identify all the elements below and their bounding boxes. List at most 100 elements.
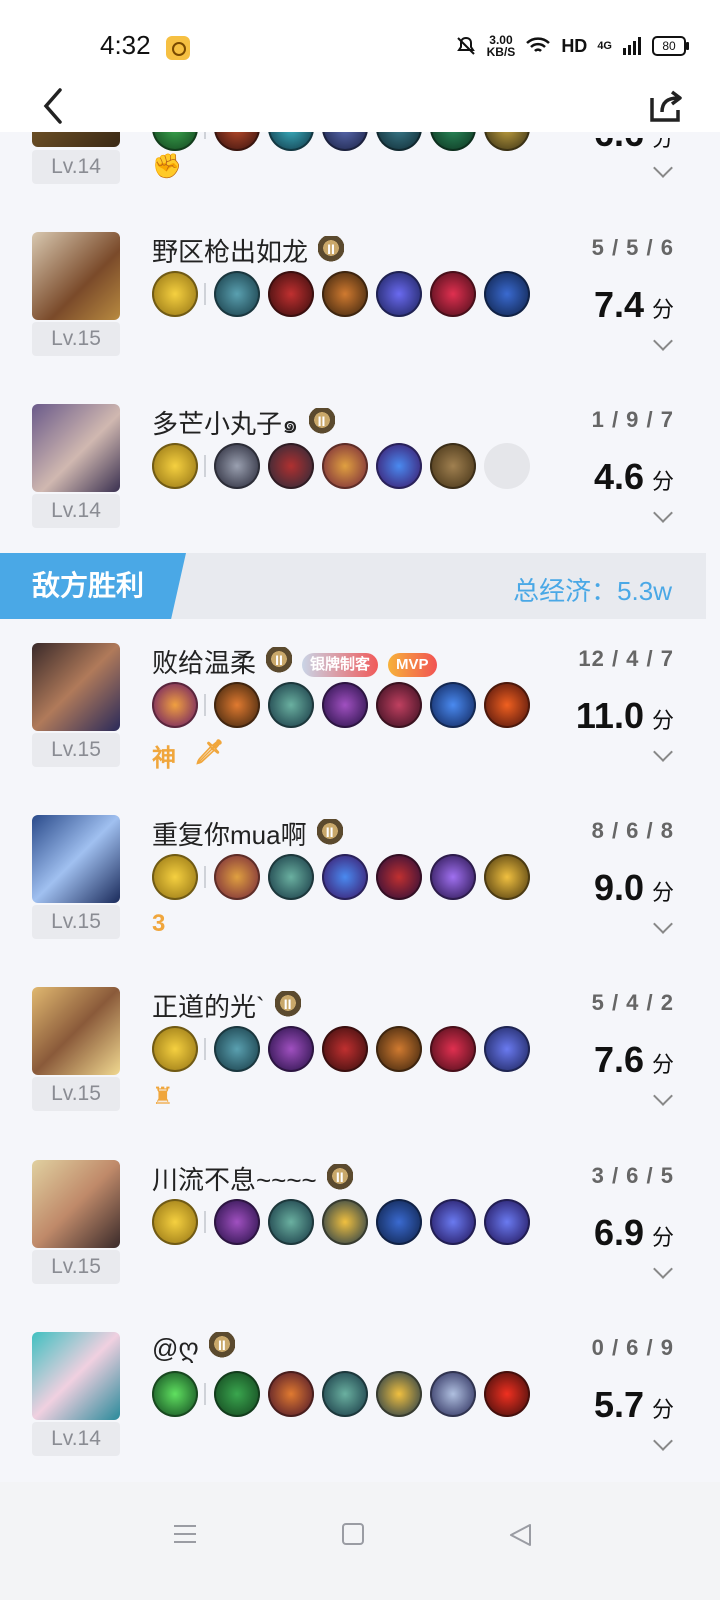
hero-avatar bbox=[32, 643, 120, 731]
summoner-skill-icon bbox=[152, 682, 198, 728]
level-label: Lv.14 bbox=[32, 150, 120, 184]
equipment-list bbox=[152, 1025, 538, 1073]
level-label: Lv.14 bbox=[32, 1422, 120, 1456]
level-label: Lv.15 bbox=[32, 905, 120, 939]
expand-chevron-icon[interactable] bbox=[653, 503, 673, 523]
item-icon bbox=[214, 1371, 260, 1417]
player-name: 正道的光` bbox=[152, 987, 301, 1024]
item-icon bbox=[322, 1026, 368, 1072]
player-row[interactable]: Lv.15 败给温柔银牌制客MVP 12 / 4 / 7 11.0分 神 🗡 bbox=[0, 643, 720, 818]
player-name: 川流不息~~~~ bbox=[152, 1160, 353, 1197]
divider bbox=[204, 1211, 206, 1233]
back-nav-icon[interactable] bbox=[508, 1522, 534, 1548]
mvp-badge: MVP bbox=[388, 653, 437, 677]
team-result-label: 敌方胜利 bbox=[0, 553, 186, 619]
god-badge: 神 bbox=[152, 745, 176, 772]
fist-icon: ✊ bbox=[152, 153, 182, 180]
expand-chevron-icon[interactable] bbox=[653, 914, 673, 934]
item-icon bbox=[484, 1371, 530, 1417]
expand-chevron-icon[interactable] bbox=[653, 158, 673, 178]
hero-avatar bbox=[32, 1160, 120, 1248]
item-icon bbox=[268, 1026, 314, 1072]
rank-badge-icon bbox=[318, 236, 345, 266]
divider bbox=[204, 694, 206, 716]
wifi-icon bbox=[526, 37, 551, 52]
share-icon[interactable] bbox=[646, 86, 686, 126]
item-icon bbox=[430, 1026, 476, 1072]
score: 5.7 分 bbox=[593, 1384, 674, 1425]
item-icon bbox=[268, 854, 314, 900]
player-row[interactable]: Lv.15 川流不息~~~~ 3 / 6 / 5 6.9分 bbox=[0, 1160, 720, 1335]
kda: 1 / 9 / 7 bbox=[591, 407, 674, 432]
expand-chevron-icon[interactable] bbox=[653, 331, 673, 351]
home-icon[interactable] bbox=[341, 1522, 365, 1546]
equipment-list bbox=[152, 1370, 538, 1418]
team-economy: 总经济：5.3w bbox=[513, 576, 672, 606]
sword-icon: 🗡 bbox=[194, 739, 225, 766]
item-icon bbox=[430, 443, 476, 489]
hero-avatar bbox=[32, 1332, 120, 1420]
item-icon bbox=[322, 271, 368, 317]
player-row[interactable]: Lv.14 @ღ 0 / 6 / 9 5.7分 bbox=[0, 1332, 720, 1507]
menu-icon[interactable] bbox=[172, 1522, 198, 1546]
item-icon bbox=[322, 682, 368, 728]
item-icon bbox=[484, 854, 530, 900]
equipment-list bbox=[152, 442, 538, 490]
item-icon bbox=[268, 271, 314, 317]
item-icon bbox=[430, 854, 476, 900]
kda: 8 / 6 / 8 bbox=[591, 818, 674, 843]
divider bbox=[204, 283, 206, 305]
kda: 5 / 5 / 6 bbox=[591, 235, 674, 260]
expand-chevron-icon[interactable] bbox=[653, 1431, 673, 1451]
item-icon bbox=[268, 1199, 314, 1245]
item-icon bbox=[214, 1026, 260, 1072]
item-icon bbox=[484, 271, 530, 317]
expand-chevron-icon[interactable] bbox=[653, 1086, 673, 1106]
rank-badge-icon bbox=[274, 991, 301, 1021]
player-name: 多芒小丸子๑ bbox=[152, 404, 335, 445]
item-icon bbox=[376, 682, 422, 728]
item-icon bbox=[484, 1199, 530, 1245]
kda: 5 / 4 / 2 bbox=[591, 990, 674, 1015]
score: 11.0 分 bbox=[575, 695, 674, 736]
item-icon bbox=[376, 271, 422, 317]
item-icon bbox=[268, 682, 314, 728]
item-icon bbox=[322, 854, 368, 900]
summoner-skill-icon bbox=[152, 1026, 198, 1072]
item-icon bbox=[376, 854, 422, 900]
player-row[interactable]: Lv.15 重复你mua啊 8 / 6 / 8 9.0分 3 bbox=[0, 815, 720, 990]
item-icon bbox=[376, 1026, 422, 1072]
triple-kill-badge: 3 bbox=[152, 910, 166, 937]
score: 6.9 分 bbox=[593, 1212, 674, 1253]
hero-avatar bbox=[32, 232, 120, 320]
hero-avatar bbox=[32, 815, 120, 903]
rank-badge-icon bbox=[208, 1332, 235, 1362]
player-row[interactable]: Lv.15 正道的光` 5 / 4 / 2 7.6分 ♜ bbox=[0, 987, 720, 1162]
player-name: 重复你mua啊 bbox=[152, 815, 343, 852]
item-icon bbox=[214, 443, 260, 489]
kda: 0 / 6 / 9 bbox=[591, 1335, 674, 1360]
system-nav-bar bbox=[0, 1482, 720, 1600]
item-icon bbox=[268, 1371, 314, 1417]
back-icon[interactable] bbox=[38, 86, 70, 126]
item-icon bbox=[268, 443, 314, 489]
score: 7.6 分 bbox=[593, 1039, 674, 1080]
kda: 12 / 4 / 7 bbox=[578, 646, 674, 671]
expand-chevron-icon[interactable] bbox=[653, 742, 673, 762]
player-row[interactable]: Lv.15 野区枪出如龙 5 / 5 / 6 7.4分 bbox=[0, 232, 720, 407]
item-icon bbox=[430, 1371, 476, 1417]
expand-chevron-icon[interactable] bbox=[653, 1259, 673, 1279]
player-name: 野区枪出如龙 bbox=[152, 232, 345, 269]
item-icon bbox=[484, 682, 530, 728]
rank-badge-icon bbox=[308, 408, 335, 438]
tower-icon: ♜ bbox=[152, 1083, 174, 1110]
rank-badge-icon bbox=[266, 647, 293, 677]
level-label: Lv.14 bbox=[32, 494, 120, 528]
item-icon bbox=[214, 271, 260, 317]
summoner-skill-icon bbox=[152, 854, 198, 900]
signal-icon bbox=[623, 37, 641, 55]
summoner-skill-icon bbox=[152, 443, 198, 489]
equipment-list bbox=[152, 1198, 538, 1246]
hero-avatar bbox=[32, 404, 120, 492]
status-time: 4:32 bbox=[100, 30, 151, 60]
